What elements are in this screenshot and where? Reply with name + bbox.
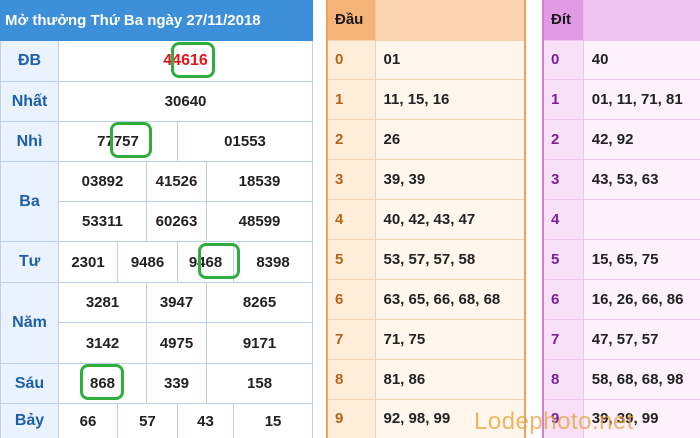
dit-values: 43, 53, 63 (583, 159, 700, 200)
dit-row: 7 47, 57, 57 (543, 318, 700, 360)
prize-label-nhi: Nhì (0, 121, 59, 162)
dit-values: 47, 57, 57 (583, 318, 700, 360)
prize-sau-value: 339 (146, 363, 207, 404)
dit-row: 2 42, 92 (543, 119, 700, 160)
dit-row: 1 01, 11, 71, 81 (543, 79, 700, 120)
prize-nhi-value: 01553 (176, 121, 314, 162)
highlight-circle-db (171, 42, 215, 78)
prize-ba-value: 53311 (58, 201, 147, 242)
dau-values: 71, 75 (375, 318, 525, 360)
dit-row: 8 58, 68, 68, 98 (543, 358, 700, 400)
dau-values: 11, 15, 16 (375, 79, 525, 120)
prize-sau-value: 158 (205, 363, 314, 404)
dit-values: 15, 65, 75 (583, 239, 700, 280)
dit-row: 5 15, 65, 75 (543, 239, 700, 280)
dau-table: Đầu 0 01 1 11, 15, 16 2 26 3 39, 39 4 40, 42,… (326, 0, 526, 438)
prize-label-db: ĐB (0, 40, 59, 82)
dau-row: 8 81, 86 (327, 358, 525, 400)
prize-nam-value: 3142 (58, 322, 147, 364)
prize-nam-value: 3281 (58, 282, 147, 323)
highlight-circle-sau (80, 364, 124, 400)
prize-bay-value: 15 (232, 403, 314, 438)
dit-values: 42, 92 (583, 119, 700, 160)
dit-key: 2 (543, 119, 584, 160)
results-title: Mở thưởng Thứ Ba ngày 27/11/2018 (0, 0, 314, 41)
dau-key: 2 (327, 119, 376, 160)
highlight-circle-tu (198, 243, 240, 279)
dau-key: 3 (327, 159, 376, 200)
dau-row: 0 01 (327, 39, 525, 80)
dau-row: 5 53, 57, 57, 58 (327, 239, 525, 280)
dau-values: 01 (375, 39, 525, 80)
dau-key: 4 (327, 199, 376, 240)
dau-key: 0 (327, 39, 376, 80)
dau-key: 1 (327, 79, 376, 120)
prize-ba-value: 41526 (146, 161, 207, 202)
dau-values: 26 (375, 119, 525, 160)
dit-table: Đít 0 40 1 01, 11, 71, 81 2 42, 92 3 43, 53,… (542, 0, 700, 438)
prize-label-tu: Tư (0, 241, 59, 283)
dau-key: 6 (327, 278, 376, 320)
dau-header: Đầu (327, 0, 376, 40)
prize-label-nam: Năm (0, 282, 59, 364)
results-table: Mở thưởng Thứ Ba ngày 27/11/2018 ĐB 4461… (0, 0, 314, 438)
prize-ba-value: 60263 (146, 201, 207, 242)
dit-key: 6 (543, 278, 584, 320)
dit-key: 8 (543, 358, 584, 400)
prize-bay-value: 57 (117, 403, 178, 438)
prize-nhat-value: 30640 (57, 81, 314, 122)
dau-values: 63, 65, 66, 68, 68 (375, 278, 525, 320)
prize-tu-value: 9486 (117, 241, 178, 283)
dau-row: 4 40, 42, 43, 47 (327, 199, 525, 240)
dit-key: 5 (543, 239, 584, 280)
dau-values: 81, 86 (375, 358, 525, 400)
dau-row: 2 26 (327, 119, 525, 160)
dit-header: Đít (543, 0, 584, 40)
prize-ba-value: 48599 (205, 201, 314, 242)
prize-ba-value: 18539 (205, 161, 314, 202)
prize-nam-value: 8265 (205, 282, 314, 323)
dit-row: 4 (543, 199, 700, 240)
dit-key: 3 (543, 159, 584, 200)
dit-row: 6 16, 26, 66, 86 (543, 278, 700, 320)
dau-row: 1 11, 15, 16 (327, 79, 525, 120)
dit-header-fill (583, 0, 700, 40)
dit-key: 7 (543, 318, 584, 360)
prize-label-ba: Ba (0, 161, 59, 242)
dit-values: 40 (583, 39, 700, 80)
dit-row: 0 40 (543, 39, 700, 80)
prize-label-sau: Sáu (0, 363, 59, 404)
dau-row: 7 71, 75 (327, 318, 525, 360)
dit-row: 3 43, 53, 63 (543, 159, 700, 200)
prize-label-bay: Bảy (0, 403, 59, 438)
prize-nam-value: 4975 (146, 322, 207, 364)
dau-key: 9 (327, 398, 376, 438)
prize-nam-value: 3947 (146, 282, 207, 323)
prize-label-nhat: Nhất (0, 81, 59, 122)
dau-row: 6 63, 65, 66, 68, 68 (327, 278, 525, 320)
dit-values: 58, 68, 68, 98 (583, 358, 700, 400)
prize-tu-value: 2301 (58, 241, 118, 283)
dit-values: 16, 26, 66, 86 (583, 278, 700, 320)
dau-header-fill (375, 0, 525, 40)
watermark: Lodephoto.net (474, 408, 634, 435)
dau-key: 5 (327, 239, 376, 280)
dit-key: 1 (543, 79, 584, 120)
dit-key: 0 (543, 39, 584, 80)
dit-key: 4 (543, 199, 584, 240)
prize-nam-value: 9171 (205, 322, 314, 364)
dau-key: 7 (327, 318, 376, 360)
dit-values: 01, 11, 71, 81 (583, 79, 700, 120)
dau-values: 40, 42, 43, 47 (375, 199, 525, 240)
prize-tu-value: 8398 (232, 241, 314, 283)
dit-values (583, 199, 700, 240)
prize-bay-value: 66 (58, 403, 118, 438)
highlight-circle-nhi (110, 122, 152, 158)
prize-ba-value: 03892 (58, 161, 147, 202)
dau-key: 8 (327, 358, 376, 400)
dau-row: 3 39, 39 (327, 159, 525, 200)
dau-values: 53, 57, 57, 58 (375, 239, 525, 280)
prize-bay-value: 43 (177, 403, 234, 438)
dau-values: 39, 39 (375, 159, 525, 200)
